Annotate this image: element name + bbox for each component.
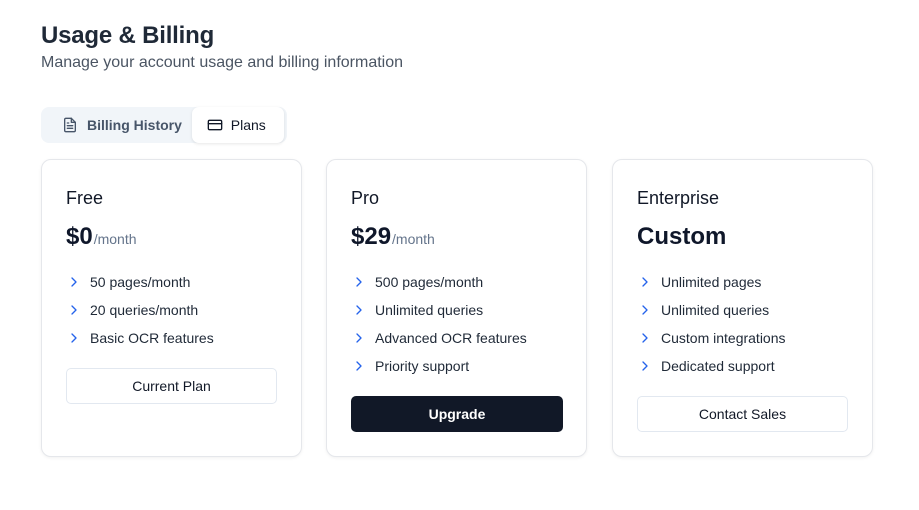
chevron-right-icon xyxy=(351,330,367,346)
page-subtitle: Manage your account usage and billing in… xyxy=(41,54,404,71)
feature-label: Dedicated support xyxy=(661,358,775,374)
price-amount: $29 xyxy=(351,223,392,250)
feature-item: Unlimited pages xyxy=(637,268,786,296)
feature-list: Unlimited pages Unlimited queries Custom… xyxy=(637,268,786,380)
tab-label: Billing History xyxy=(87,117,182,133)
feature-item: Dedicated support xyxy=(637,352,786,380)
price-amount: $0 xyxy=(66,223,93,250)
chevron-right-icon xyxy=(351,274,367,290)
page-title: Usage & Billing xyxy=(41,22,215,49)
current-plan-button[interactable]: Current Plan xyxy=(66,368,277,404)
file-text-icon xyxy=(62,117,78,133)
price-period: /month xyxy=(392,231,435,247)
feature-item: Custom integrations xyxy=(637,324,786,352)
feature-label: Unlimited queries xyxy=(375,302,484,318)
feature-label: 20 queries/month xyxy=(90,302,199,318)
plan-name: Pro xyxy=(351,188,380,208)
chevron-right-icon xyxy=(66,330,82,346)
plan-price: $29 /month xyxy=(351,223,435,251)
chevron-right-icon xyxy=(66,274,82,290)
feature-list: 50 pages/month 20 queries/month Basic OC… xyxy=(66,268,214,352)
chevron-right-icon xyxy=(637,274,653,290)
feature-item: 20 queries/month xyxy=(66,296,214,324)
feature-label: 50 pages/month xyxy=(90,274,191,290)
feature-item: Unlimited queries xyxy=(351,296,527,324)
upgrade-button[interactable]: Upgrade xyxy=(351,396,563,432)
price-amount: Custom xyxy=(637,223,727,250)
plan-card-free: Free $0 /month 50 pages/month 20 queries… xyxy=(41,159,302,457)
plan-name: Free xyxy=(66,188,104,208)
tab-list: Billing History Plans xyxy=(41,107,287,143)
feature-label: Unlimited pages xyxy=(661,274,762,290)
feature-label: Advanced OCR features xyxy=(375,330,527,346)
plan-price: $0 /month xyxy=(66,223,137,251)
chevron-right-icon xyxy=(637,302,653,318)
feature-item: Advanced OCR features xyxy=(351,324,527,352)
feature-item: 500 pages/month xyxy=(351,268,527,296)
feature-label: Priority support xyxy=(375,358,470,374)
feature-item: 50 pages/month xyxy=(66,268,214,296)
plan-name: Enterprise xyxy=(637,188,720,208)
chevron-right-icon xyxy=(637,358,653,374)
tab-billing-history[interactable]: Billing History xyxy=(41,107,192,143)
feature-item: Basic OCR features xyxy=(66,324,214,352)
tab-label: Plans xyxy=(230,117,266,133)
plan-price: Custom xyxy=(637,223,726,251)
plan-card-pro: Pro $29 /month 500 pages/month Unlimited… xyxy=(326,159,587,457)
price-period: /month xyxy=(93,231,137,247)
feature-item: Unlimited queries xyxy=(637,296,786,324)
feature-label: 500 pages/month xyxy=(375,274,484,290)
tab-plans[interactable]: Plans xyxy=(191,107,284,143)
plan-card-enterprise: Enterprise Custom Unlimited pages Unlimi… xyxy=(612,159,873,457)
chevron-right-icon xyxy=(637,330,653,346)
feature-list: 500 pages/month Unlimited queries Advanc… xyxy=(351,268,527,380)
chevron-right-icon xyxy=(66,302,82,318)
chevron-right-icon xyxy=(351,302,367,318)
contact-sales-button[interactable]: Contact Sales xyxy=(637,396,848,432)
chevron-right-icon xyxy=(351,358,367,374)
feature-label: Basic OCR features xyxy=(90,330,214,346)
feature-label: Custom integrations xyxy=(661,330,786,346)
credit-card-icon xyxy=(207,117,223,133)
feature-item: Priority support xyxy=(351,352,527,380)
feature-label: Unlimited queries xyxy=(661,302,770,318)
